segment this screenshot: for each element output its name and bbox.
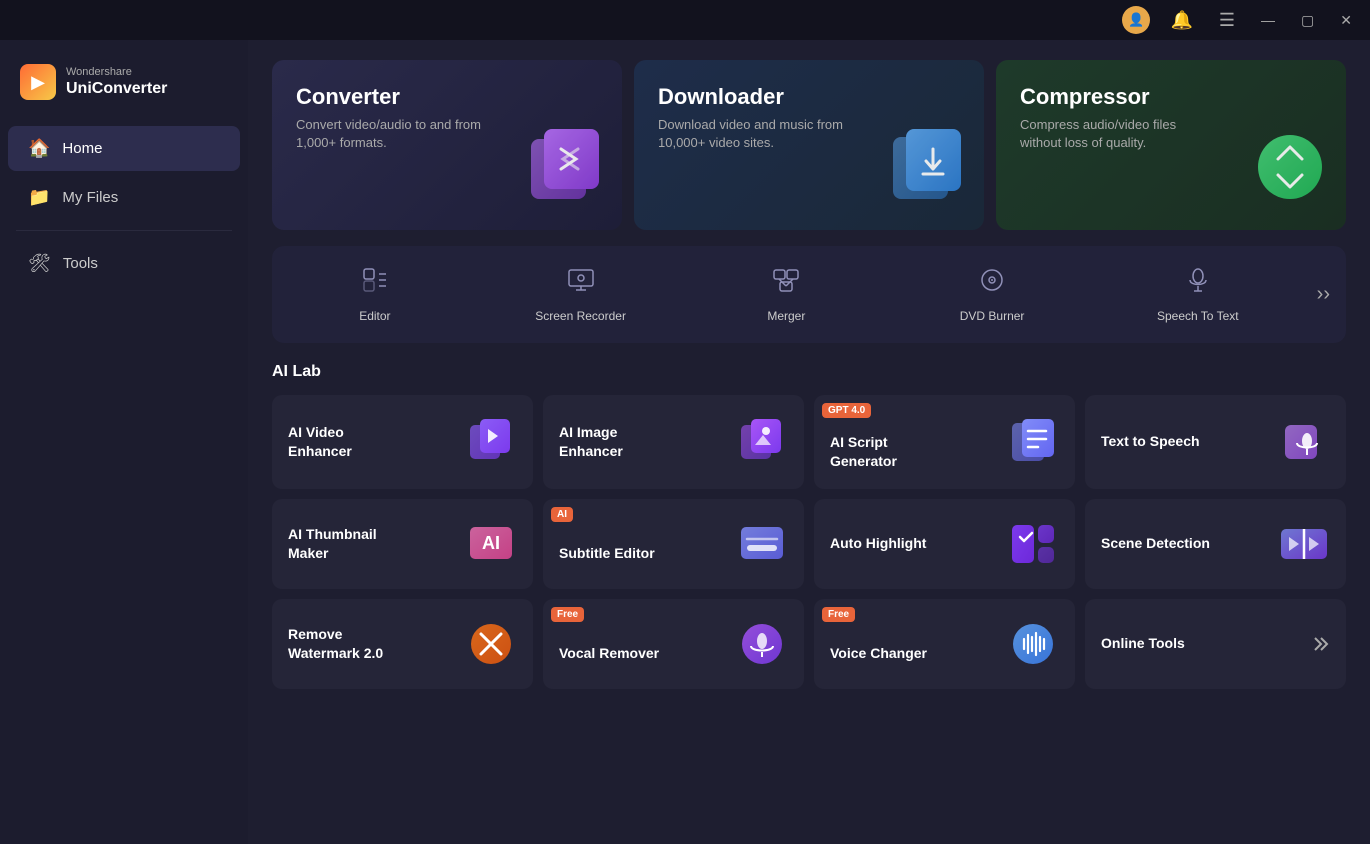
sidebar-item-home-label: Home [62, 140, 102, 157]
downloader-title: Downloader [658, 84, 960, 110]
text-to-speech-icon [1278, 416, 1330, 468]
voice-changer-title: Voice Changer [830, 644, 927, 663]
sidebar: ▶ Wondershare UniConverter 🏠 Home 📁 My F… [0, 40, 248, 844]
ai-image-enhancer-title: AI ImageEnhancer [559, 423, 623, 461]
logo-area: ▶ Wondershare UniConverter [0, 56, 248, 124]
editor-label: Editor [359, 309, 390, 323]
dvd-burner-label: DVD Burner [960, 309, 1025, 323]
auto-highlight-title: Auto Highlight [830, 534, 926, 553]
menu-icon[interactable]: ☰ [1213, 8, 1241, 33]
ai-script-generator-icon [1007, 416, 1059, 468]
scene-detection-icon [1278, 518, 1330, 570]
editor-icon [361, 266, 389, 301]
home-icon: 🏠 [28, 138, 50, 159]
ai-card-auto-highlight[interactable]: Auto Highlight [814, 499, 1075, 589]
ai-badge: AI [551, 507, 573, 522]
tool-editor[interactable]: Editor [272, 256, 478, 333]
user-icon[interactable]: 👤 [1122, 6, 1150, 34]
hero-grid: Converter Convert video/audio to and fro… [272, 60, 1346, 230]
dvd-burner-icon [978, 266, 1006, 301]
ai-card-image-enhancer[interactable]: AI ImageEnhancer [543, 395, 804, 489]
ai-card-text-to-speech[interactable]: Text to Speech [1085, 395, 1346, 489]
ai-card-voice-changer[interactable]: Free Voice Changer [814, 599, 1075, 689]
ai-card-subtitle-editor[interactable]: AI Subtitle Editor [543, 499, 804, 589]
maximize-button[interactable]: ▢ [1295, 10, 1320, 31]
ai-script-generator-title: AI ScriptGenerator [830, 433, 897, 471]
ai-image-enhancer-icon [736, 416, 788, 468]
ai-video-enhancer-title: AI VideoEnhancer [288, 423, 352, 461]
tools-more-button[interactable]: ›› [1301, 283, 1346, 306]
notification-icon[interactable]: 🔔 [1164, 8, 1198, 33]
free-badge-voice: Free [822, 607, 855, 622]
scene-detection-title: Scene Detection [1101, 534, 1210, 553]
main-content: Converter Convert video/audio to and fro… [248, 40, 1370, 844]
ai-card-scene-detection[interactable]: Scene Detection [1085, 499, 1346, 589]
vocal-remover-title: Vocal Remover [559, 644, 659, 663]
nav-divider [16, 230, 232, 231]
ai-lab-title: AI Lab [272, 363, 1346, 381]
online-tools-more-icon [1306, 632, 1330, 656]
sidebar-item-home[interactable]: 🏠 Home [8, 126, 240, 171]
close-button[interactable]: ✕ [1334, 10, 1358, 31]
text-to-speech-title: Text to Speech [1101, 432, 1200, 451]
converter-desc: Convert video/audio to and from 1,000+ f… [296, 116, 492, 152]
compressor-title: Compressor [1020, 84, 1322, 110]
logo-icon: ▶ [20, 64, 56, 100]
screen-recorder-label: Screen Recorder [535, 309, 626, 323]
converter-title: Converter [296, 84, 598, 110]
subtitle-editor-title: Subtitle Editor [559, 544, 655, 563]
ai-thumbnail-maker-icon: AI [465, 518, 517, 570]
app-layout: ▶ Wondershare UniConverter 🏠 Home 📁 My F… [0, 40, 1370, 844]
downloader-card[interactable]: Downloader Download video and music from… [634, 60, 984, 230]
myfiles-icon: 📁 [28, 187, 50, 208]
merger-label: Merger [767, 309, 805, 323]
compressor-desc: Compress audio/video files without loss … [1020, 116, 1216, 152]
ai-card-remove-watermark[interactable]: RemoveWatermark 2.0 [272, 599, 533, 689]
online-tools-title: Online Tools [1101, 634, 1185, 653]
ai-card-vocal-remover[interactable]: Free Vocal Remover [543, 599, 804, 689]
converter-icon [526, 129, 606, 218]
tools-row: Editor Screen Recorder Merger DVD Burner [272, 246, 1346, 343]
logo-text: Wondershare UniConverter [66, 66, 167, 98]
minimize-button[interactable]: — [1255, 10, 1281, 30]
auto-highlight-icon [1007, 518, 1059, 570]
merger-icon [772, 266, 800, 301]
ai-card-online-tools[interactable]: Online Tools [1085, 599, 1346, 689]
ai-card-video-enhancer[interactable]: AI VideoEnhancer [272, 395, 533, 489]
speech-to-text-icon [1184, 266, 1212, 301]
remove-watermark-title: RemoveWatermark 2.0 [288, 625, 383, 663]
logo-product: UniConverter [66, 79, 167, 98]
ai-video-enhancer-icon [465, 416, 517, 468]
ai-card-script-generator[interactable]: GPT 4.0 AI ScriptGenerator [814, 395, 1075, 489]
free-badge-vocal: Free [551, 607, 584, 622]
logo-brand: Wondershare [66, 66, 167, 79]
ai-thumbnail-maker-title: AI ThumbnailMaker [288, 525, 377, 563]
tool-speech-to-text[interactable]: Speech To Text [1095, 256, 1301, 333]
downloader-icon [888, 129, 968, 218]
tool-screen-recorder[interactable]: Screen Recorder [478, 256, 684, 333]
speech-to-text-label: Speech To Text [1157, 309, 1239, 323]
vocal-remover-icon [736, 618, 788, 670]
tools-icon: 🛠 [28, 253, 51, 274]
ai-card-thumbnail-maker[interactable]: AI ThumbnailMaker AI [272, 499, 533, 589]
svg-text:AI: AI [482, 533, 500, 553]
sidebar-item-myfiles-label: My Files [62, 189, 118, 206]
compressor-icon [1250, 129, 1330, 218]
sidebar-item-myfiles[interactable]: 📁 My Files [8, 175, 240, 220]
remove-watermark-icon [465, 618, 517, 670]
voice-changer-icon [1007, 618, 1059, 670]
compressor-card[interactable]: Compressor Compress audio/video files wi… [996, 60, 1346, 230]
gpt-badge: GPT 4.0 [822, 403, 871, 418]
downloader-desc: Download video and music from 10,000+ vi… [658, 116, 854, 152]
title-bar: 👤 🔔 ☰ — ▢ ✕ [0, 0, 1370, 40]
sidebar-item-tools[interactable]: 🛠 Tools [8, 241, 240, 286]
tool-dvd-burner[interactable]: DVD Burner [889, 256, 1095, 333]
ai-grid: AI VideoEnhancer AI ImageEnhancer [272, 395, 1346, 689]
tool-merger[interactable]: Merger [683, 256, 889, 333]
converter-card[interactable]: Converter Convert video/audio to and fro… [272, 60, 622, 230]
sidebar-item-tools-label: Tools [63, 255, 98, 272]
subtitle-editor-icon [736, 518, 788, 570]
screen-recorder-icon [567, 266, 595, 301]
